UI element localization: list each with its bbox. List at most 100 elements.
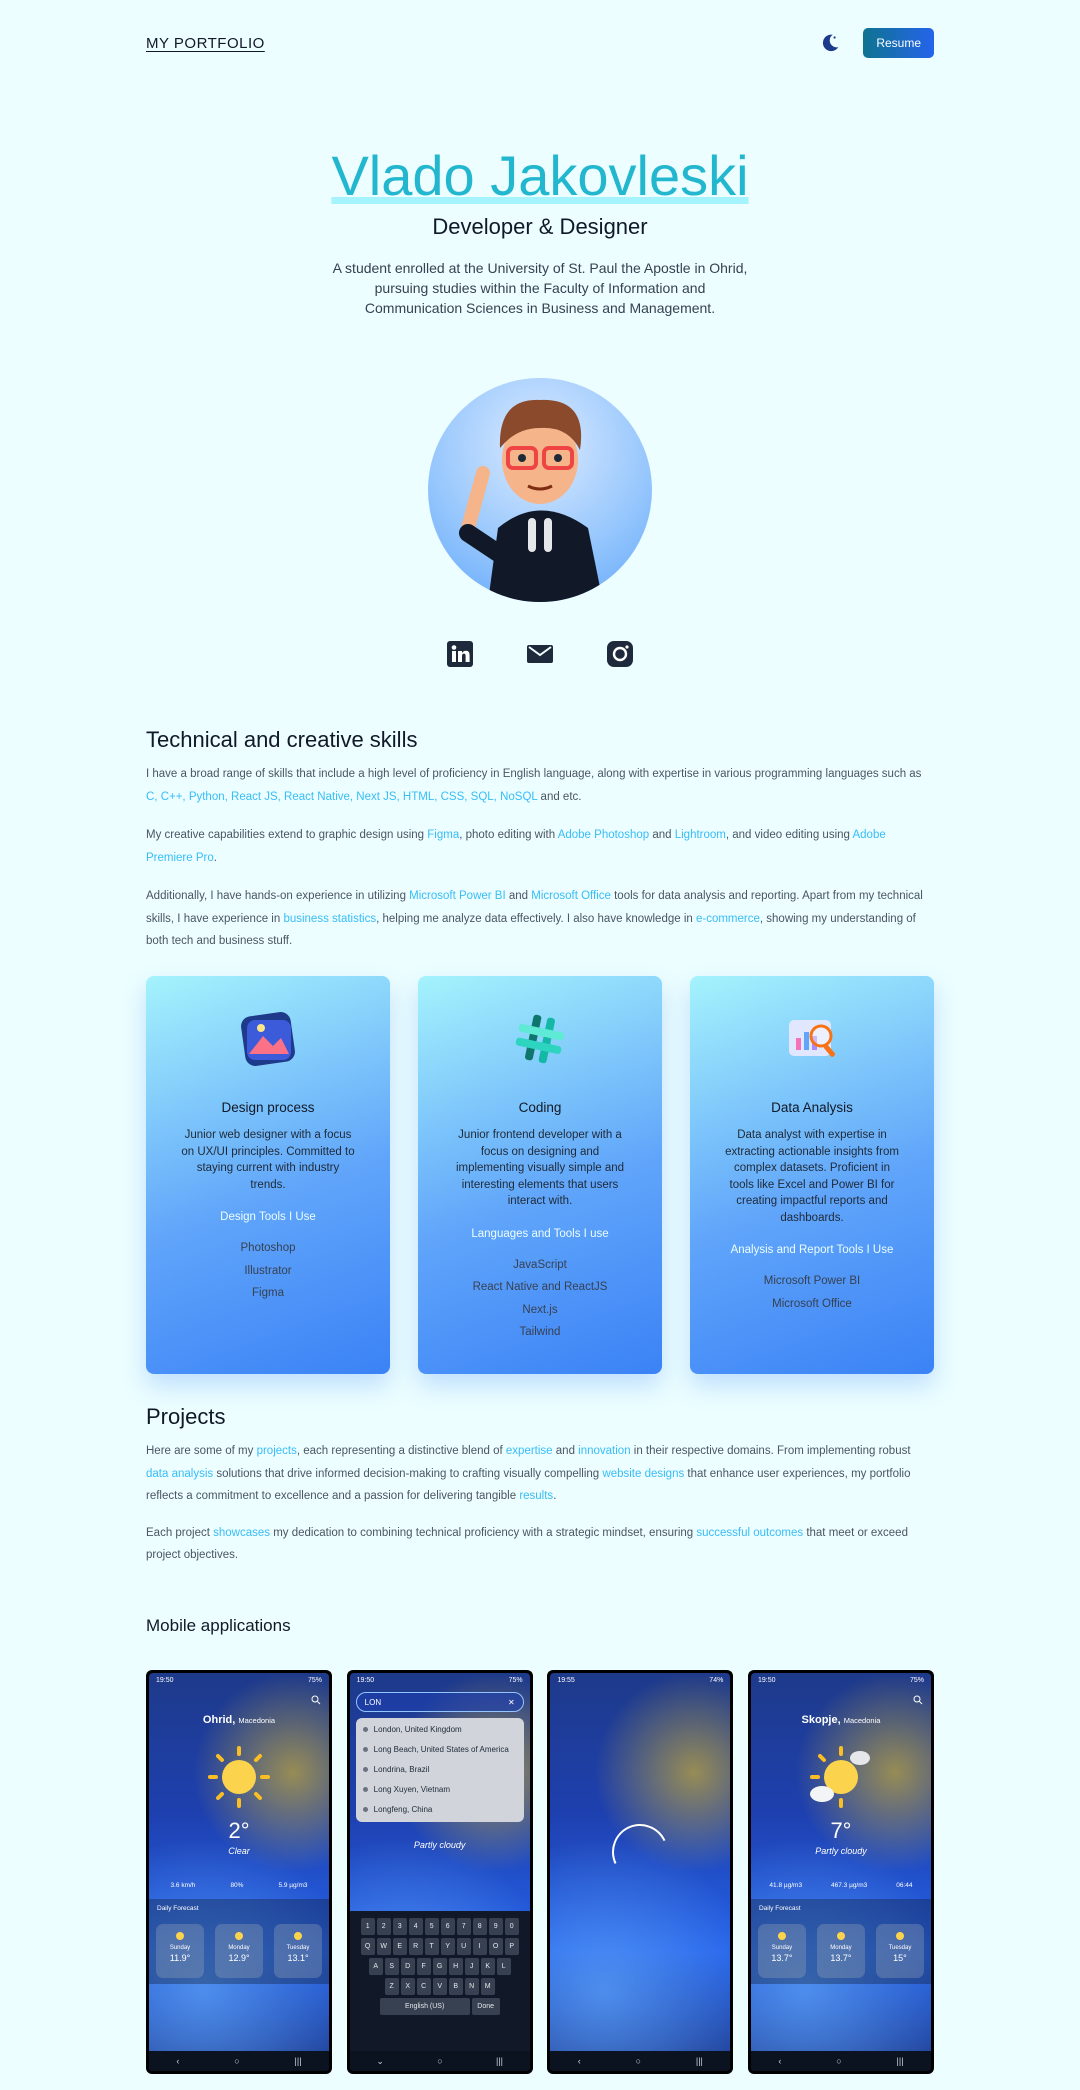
forecast-day: Monday 13.7° [816,1924,865,1978]
sun-icon [836,1932,845,1940]
moon-icon[interactable] [819,32,841,54]
figma-highlight: Figma [427,829,460,841]
weather-condition: Partly cloudy [815,1846,867,1856]
search-icon [311,1695,321,1705]
card-data-analysis: Data Analysis Data analyst with expertis… [690,976,934,1374]
weather-stats: 41.8 µg/m3 467.3 µg/m3 06:44 [751,1882,931,1889]
text: and etc. [537,790,582,803]
status-bar: 19:55 74% [550,1673,730,1684]
key: Z [384,1978,399,1995]
skills-paragraph-3: Additionally, I have hands-on experience… [146,885,934,953]
hero-role: Developer & Designer [432,214,648,239]
phone-screenshot-ohrid: 19:50 75% Ohrid, Macedonia 2° Clear 3.6 … [146,1670,332,2074]
status-bar: 19:50 75% [751,1673,931,1684]
text: My creative capabilities extend to graph… [146,829,428,841]
recents-icon: ||| [695,2056,703,2066]
avatar [428,378,652,602]
linkedin-icon[interactable] [446,640,474,668]
key: H [448,1958,463,1975]
android-nav-bar: ‹ ○ ||| [149,2051,329,2071]
humidity-value: 80% [230,1882,244,1889]
home-icon: ○ [234,2056,240,2066]
key: 3 [392,1918,407,1935]
skills-section: Technical and creative skills I have a b… [146,727,934,953]
key: 7 [456,1918,471,1935]
city-name: Skopje, Macedonia [751,1714,931,1726]
loading-spinner [604,1816,677,1888]
wind-value: 3.6 km/h [170,1882,196,1889]
key: 5 [424,1918,439,1935]
keyboard-row: QWERTYUIOP [353,1938,527,1955]
card-description: Junior frontend developer with a focus o… [455,1129,625,1207]
key: G [432,1958,447,1975]
forecast-days: Sunday 11.9° Monday 12.9° Tuesday 13.1° [149,1918,329,1984]
key: F [416,1958,431,1975]
country: Macedonia [238,1716,276,1725]
sun-icon [176,1932,184,1940]
key: C [416,1978,431,1995]
text: , each representing a distinctive blend … [296,1445,506,1457]
phone-screen: 19:50 75% LON ✕ London, United Kingdom L… [349,1673,530,2071]
phone-screen: 19:50 75% Skopje, Macedonia 7° Partly cl… [750,1673,931,2071]
resume-button[interactable]: Resume [863,28,934,58]
image-gallery-icon [241,1012,295,1066]
results-highlight: results [519,1490,554,1502]
key: M [480,1978,495,1995]
key: T [424,1938,439,1955]
day-name: Sunday [771,1945,793,1951]
ecommerce-highlight: e-commerce [695,912,760,925]
skill-cards: Design process Junior web designer with … [146,976,934,1374]
key: V [432,1978,447,1995]
text: and [505,890,532,902]
card-title: Data Analysis [771,1100,853,1115]
email-icon[interactable] [526,640,554,668]
statistics-highlight: business statistics [283,912,377,925]
search-icon [913,1695,923,1705]
site-logo[interactable]: MY PORTFOLIO [146,35,265,52]
mobile-apps-title: Mobile applications [146,1616,291,1635]
key: E [392,1938,407,1955]
day-temp: 13.7° [771,1953,793,1963]
day-name: Sunday [169,1945,191,1951]
back-icon: ‹ [176,2056,180,2066]
showcases-highlight: showcases [213,1526,271,1539]
status-time: 19:55 [557,1677,575,1684]
day-temp: 13.7° [830,1953,852,1963]
text: , helping me analyze data effectively. I… [376,912,696,925]
languages-highlight: C, C++, Python, React JS, React Native, … [146,790,538,803]
text: and [552,1445,579,1457]
list-item: Illustrator [244,1264,292,1277]
instagram-icon[interactable] [606,640,634,668]
sun-icon [235,1932,243,1940]
temperature: 2° [228,1818,250,1843]
air-value-2: 467.3 µg/m3 [831,1882,868,1889]
lightroom-highlight: Lightroom [674,829,726,841]
key: P [504,1938,519,1955]
text: Here are some of my [146,1445,257,1457]
hero-section: Vlado Jakovleski Developer & Designer A … [0,140,1080,318]
card-description: Data analyst with expertise in extractin… [725,1129,899,1224]
key: 8 [472,1918,487,1935]
office-highlight: Microsoft Office [531,890,611,902]
text: my dedication to combining technical pro… [270,1526,697,1539]
list-item: Photoshop [240,1242,296,1254]
pm-value: 5.9 µg/m3 [278,1882,308,1889]
keyboard-row: ZXCVBNM [353,1978,527,1995]
android-nav-bar: ‹ ○ ||| [750,2051,931,2071]
day-temp: 12.9° [228,1953,250,1963]
sunrise-value: 06:44 [896,1882,913,1889]
city-name: Ohrid, Macedonia [149,1714,329,1726]
suggestion-item: Longfeng, China [356,1800,524,1820]
space-key: English (US) [379,1998,470,2015]
text: , and video editing using [725,829,853,841]
done-key: Done [471,1998,500,2015]
mobile-screenshots: 19:50 75% Ohrid, Macedonia 2° Clear 3.6 … [146,1670,934,2074]
text: and [649,829,675,841]
day-temp: 15° [893,1953,907,1963]
innovation-highlight: innovation [578,1445,631,1457]
phone-screenshot-search: 19:50 75% LON ✕ London, United Kingdom L… [346,1670,533,2074]
phone-screen: 19:55 74% ‹ ○ ||| [550,1673,731,2071]
text: . [213,851,217,864]
key: B [448,1978,463,1995]
card-subtitle: Analysis and Report Tools I Use [730,1244,894,1256]
